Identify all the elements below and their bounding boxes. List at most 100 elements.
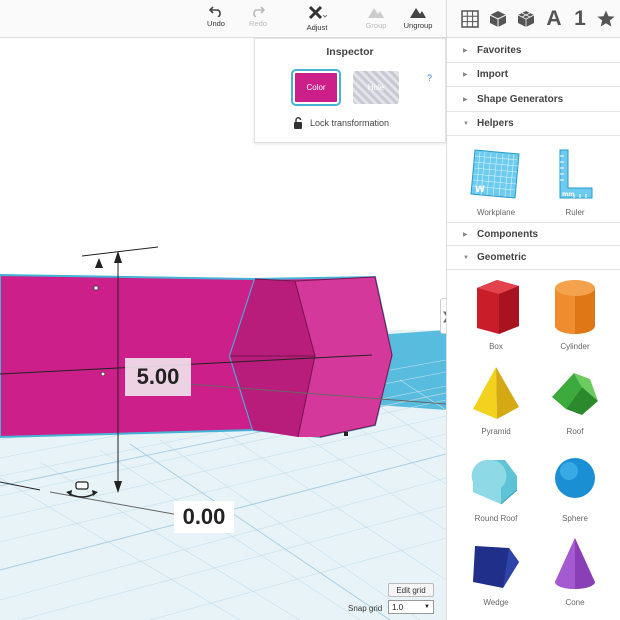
- adjust-label: Adjust: [306, 23, 328, 32]
- ungroup-label: Ungroup: [403, 21, 433, 30]
- shape-cone-label: Cone: [565, 598, 585, 607]
- section-helpers[interactable]: ▼ Helpers: [447, 112, 620, 136]
- group-icon: [368, 8, 384, 18]
- shape-pyramid-label: Pyramid: [481, 427, 511, 436]
- number-icon: 1: [574, 7, 586, 30]
- library-tabs: A 1: [446, 0, 620, 38]
- section-components-label: Components: [477, 228, 539, 240]
- text-tab[interactable]: A: [541, 6, 567, 32]
- cone-icon: [555, 538, 595, 589]
- hole-button[interactable]: Hole: [353, 71, 399, 104]
- wedge-icon: [473, 546, 519, 588]
- shape-wedge-label: Wedge: [483, 598, 509, 607]
- snap-grid-label: Snap grid: [348, 604, 383, 613]
- section-favorites[interactable]: ▶ Favorites: [447, 39, 620, 63]
- shapes-library-panel: ▶ Favorites ▶ Import ▶ Shape Generators …: [446, 38, 620, 620]
- shape-pyramid[interactable]: Pyramid: [456, 361, 536, 436]
- workplane-helper-icon: W: [470, 149, 520, 199]
- expand-arrow-icon: ▶: [463, 231, 468, 238]
- shape-roof[interactable]: Roof: [535, 361, 615, 436]
- favorites-tab[interactable]: [593, 6, 619, 32]
- ungroup-icon: [410, 8, 426, 18]
- move-up-handle[interactable]: [95, 258, 103, 268]
- main-toolbar: Undo Redo Adjust Group Ungroup: [0, 0, 446, 38]
- color-swatch-button[interactable]: Color: [293, 71, 339, 104]
- expand-arrow-icon: ▶: [463, 72, 468, 78]
- ungroup-button[interactable]: Ungroup: [396, 5, 440, 30]
- section-helpers-label: Helpers: [477, 118, 514, 129]
- snap-grid-select[interactable]: 1.0 ▼: [388, 600, 434, 614]
- inspector-panel: Inspector Color Hole ? Lock transformati…: [254, 38, 446, 143]
- height-arrow-up[interactable]: [114, 251, 122, 263]
- dropdown-caret-icon: ▼: [424, 604, 430, 610]
- shape-round-roof-label: Round Roof: [474, 514, 518, 523]
- helper-workplane-label: Workplane: [476, 208, 516, 217]
- unlocked-padlock-icon: [294, 117, 302, 129]
- shape-box[interactable]: Box: [456, 276, 536, 351]
- sphere-icon: [555, 458, 595, 498]
- shape-box-label: Box: [489, 342, 503, 351]
- helper-ruler-label: Ruler: [565, 208, 585, 217]
- basic-shapes-tab[interactable]: [485, 6, 511, 32]
- undo-icon: [209, 6, 221, 17]
- undo-button[interactable]: Undo: [194, 5, 238, 28]
- shape-sphere[interactable]: Sphere: [535, 448, 615, 523]
- redo-label: Redo: [249, 19, 267, 28]
- workplane-grid-tab[interactable]: [457, 6, 483, 32]
- help-link[interactable]: ?: [427, 73, 432, 83]
- inspector-title: Inspector: [326, 46, 374, 58]
- cube-icon: [489, 11, 507, 27]
- shape-wedge[interactable]: Wedge: [456, 532, 536, 607]
- section-shape-generators[interactable]: ▶ Shape Generators: [447, 88, 620, 112]
- number-tab[interactable]: 1: [567, 6, 593, 32]
- text-icon: A: [546, 7, 562, 30]
- snap-grid-value: 1.0: [392, 602, 404, 612]
- adjust-button[interactable]: Adjust: [295, 5, 339, 32]
- svg-text:mm: mm: [562, 191, 575, 198]
- section-geometric-label: Geometric: [477, 252, 527, 263]
- shape-round-roof[interactable]: Round Roof: [456, 448, 536, 523]
- ruler-helper-icon: mm: [559, 149, 593, 199]
- lock-transformation-label: Lock transformation: [310, 118, 390, 128]
- hole-label: Hole: [367, 83, 385, 92]
- section-geometric[interactable]: ▼ Geometric: [447, 246, 620, 270]
- adjust-icon: [308, 5, 327, 20]
- expand-arrow-icon: ▶: [463, 48, 468, 54]
- roof-icon: [552, 373, 598, 415]
- redo-icon: [253, 6, 265, 17]
- lock-transformation-toggle[interactable]: Lock transformation: [293, 117, 389, 129]
- shape-sphere-label: Sphere: [562, 514, 588, 523]
- section-shape-generators-label: Shape Generators: [477, 94, 564, 105]
- svg-text:W: W: [475, 185, 485, 195]
- pyramid-icon: [473, 367, 519, 419]
- shape-cylinder-label: Cylinder: [560, 342, 590, 351]
- undo-label: Undo: [207, 19, 225, 28]
- color-label: Color: [306, 83, 326, 92]
- height-dimension-field[interactable]: 5.00: [125, 358, 191, 396]
- cylinder-icon: [555, 280, 595, 334]
- section-import-label: Import: [477, 69, 509, 80]
- helper-ruler[interactable]: mm Ruler: [535, 146, 615, 217]
- cubes-icon: [517, 11, 535, 27]
- helper-workplane[interactable]: W Workplane: [456, 146, 536, 217]
- shape-cone[interactable]: Cone: [535, 532, 615, 607]
- collapse-arrow-icon: ▼: [463, 120, 469, 127]
- redo-button[interactable]: Redo: [236, 5, 280, 28]
- section-import[interactable]: ▶ Import: [447, 63, 620, 87]
- expand-arrow-icon: ▶: [463, 97, 468, 103]
- section-favorites-label: Favorites: [477, 45, 522, 56]
- group-button[interactable]: Group: [354, 5, 398, 30]
- edit-grid-button[interactable]: Edit grid: [388, 583, 434, 597]
- round-roof-icon: [471, 459, 518, 505]
- collapse-arrow-icon: ▼: [463, 254, 469, 261]
- workplane-grid-icon: [461, 10, 479, 28]
- box-icon: [477, 280, 519, 334]
- elevation-dimension-field[interactable]: 0.00: [174, 501, 234, 533]
- shape-cylinder[interactable]: Cylinder: [535, 276, 615, 351]
- shape-set-tab[interactable]: [513, 6, 539, 32]
- section-components[interactable]: ▶ Components: [447, 222, 620, 246]
- selected-shape[interactable]: [0, 273, 394, 439]
- shape-roof-label: Roof: [566, 427, 584, 436]
- star-icon: [597, 10, 615, 27]
- group-label: Group: [365, 21, 387, 30]
